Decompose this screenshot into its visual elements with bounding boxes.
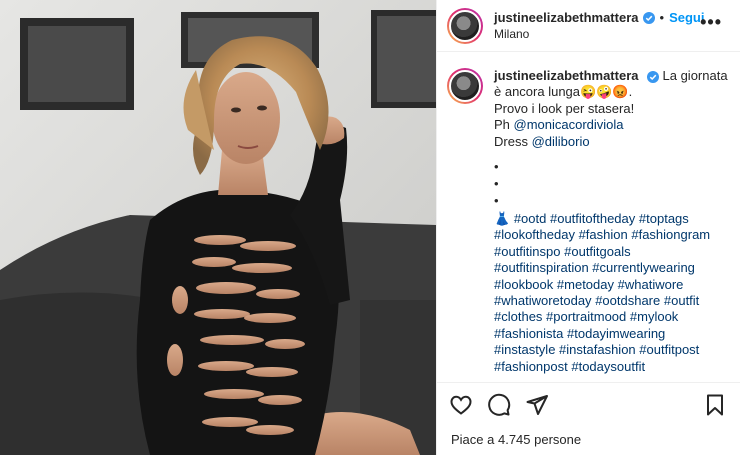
hashtag-link[interactable]: #metoday bbox=[557, 277, 614, 292]
caption-ph-line: Ph @monicacordiviola bbox=[494, 117, 728, 133]
hashtag-link[interactable]: #instastyle bbox=[494, 342, 555, 357]
caption-ph-prefix: Ph bbox=[494, 117, 514, 133]
hashtag-link[interactable]: #outfitoftheday bbox=[550, 211, 635, 226]
comment-button[interactable] bbox=[487, 393, 511, 417]
hashtag-link[interactable]: #outfitinspiration bbox=[494, 260, 589, 275]
hashtag-link[interactable]: #clothes bbox=[494, 309, 542, 324]
header-text: justineelizabethmattera • Segui Milano bbox=[494, 10, 704, 42]
caption-avatar[interactable] bbox=[447, 68, 483, 104]
hashtag-link[interactable]: #lookbook bbox=[494, 277, 553, 292]
hashtag-link[interactable]: #fashiongram bbox=[631, 227, 710, 242]
likes-count[interactable]: Piace a 4.745 persone bbox=[451, 432, 581, 447]
separator-dot: • bbox=[659, 9, 665, 25]
bullet: • bbox=[494, 159, 499, 175]
author-avatar[interactable] bbox=[447, 7, 483, 44]
mention-photographer[interactable]: @monicacordiviola bbox=[514, 117, 624, 132]
hashtag-link[interactable]: #toptags bbox=[639, 211, 689, 226]
hashtag-link[interactable]: #todaysoutfit bbox=[571, 359, 645, 374]
hashtag-link[interactable]: #fashion bbox=[579, 227, 628, 242]
save-button[interactable] bbox=[703, 393, 727, 417]
caption-dress-prefix: Dress bbox=[494, 133, 532, 149]
bullet: • bbox=[494, 193, 499, 209]
caption-username[interactable]: justineelizabethmattera bbox=[494, 68, 639, 83]
verified-badge-icon bbox=[646, 70, 659, 83]
paper-plane-icon bbox=[526, 395, 548, 415]
hashtag-link[interactable]: #lookoftheday bbox=[494, 227, 575, 242]
comment-icon bbox=[488, 393, 511, 416]
hashtag-link[interactable]: #outfitpost bbox=[639, 342, 699, 357]
hashtag-link[interactable]: #outfit bbox=[664, 293, 699, 308]
author-username[interactable]: justineelizabethmattera bbox=[494, 10, 639, 26]
hashtag-link[interactable]: #portraitmood bbox=[546, 309, 626, 324]
caption-body: justineelizabethmattera La giornata è anc… bbox=[494, 68, 728, 375]
hashtag-link[interactable]: #ootd bbox=[514, 211, 547, 226]
hashtag-link[interactable]: #whatiworetoday bbox=[494, 293, 592, 308]
hashtag-link[interactable]: #instafashion bbox=[559, 342, 636, 357]
post-sidebar: justineelizabethmattera • Segui Milano •… bbox=[436, 0, 740, 455]
caption-area: justineelizabethmattera La giornata è anc… bbox=[437, 52, 740, 380]
mention-dress[interactable]: @diliborio bbox=[532, 134, 590, 149]
caption-first-line: justineelizabethmattera La giornata è anc… bbox=[494, 68, 728, 101]
hashtag-link[interactable]: #fashionista bbox=[494, 326, 563, 341]
post-location[interactable]: Milano bbox=[494, 26, 704, 42]
caption-bullets: • • • bbox=[494, 158, 728, 209]
heart-icon bbox=[450, 395, 472, 415]
hashtag-link[interactable]: #whatiwore bbox=[618, 277, 684, 292]
verified-badge-icon bbox=[642, 11, 655, 24]
caption-text-line2: Provo i look per stasera! bbox=[494, 100, 635, 116]
post-header: justineelizabethmattera • Segui Milano •… bbox=[437, 0, 740, 52]
header-user-row: justineelizabethmattera • Segui bbox=[494, 10, 704, 26]
dress-emoji: 👗 bbox=[494, 211, 511, 227]
hashtag-link[interactable]: #outfitgoals bbox=[564, 244, 631, 259]
more-options-icon[interactable]: ••• bbox=[700, 12, 722, 33]
caption-dress-line: Dress @diliborio bbox=[494, 134, 728, 150]
hashtag-link[interactable]: #outfitinspo bbox=[494, 244, 561, 259]
hashtag-link[interactable]: #todayimwearing bbox=[567, 326, 665, 341]
like-button[interactable] bbox=[449, 393, 473, 417]
action-bar bbox=[437, 382, 740, 426]
share-button[interactable] bbox=[525, 393, 549, 417]
photo-illustration bbox=[0, 0, 436, 455]
instagram-post: justineelizabethmattera • Segui Milano •… bbox=[0, 0, 740, 455]
caption: justineelizabethmattera La giornata è anc… bbox=[447, 68, 728, 375]
hashtag-list: 👗 #ootd #outfitoftheday #toptags #lookof… bbox=[494, 211, 728, 375]
caption-avatar-image bbox=[449, 70, 481, 102]
hashtag-link[interactable]: #currentlywearing bbox=[592, 260, 695, 275]
hashtag-link[interactable]: #fashionpost bbox=[494, 359, 568, 374]
post-photo[interactable] bbox=[0, 0, 436, 455]
hashtag-link[interactable]: #mylook bbox=[630, 309, 678, 324]
avatar-image bbox=[449, 9, 481, 42]
bookmark-icon bbox=[707, 394, 723, 416]
bullet: • bbox=[494, 176, 499, 192]
hashtag-link[interactable]: #ootdshare bbox=[595, 293, 660, 308]
